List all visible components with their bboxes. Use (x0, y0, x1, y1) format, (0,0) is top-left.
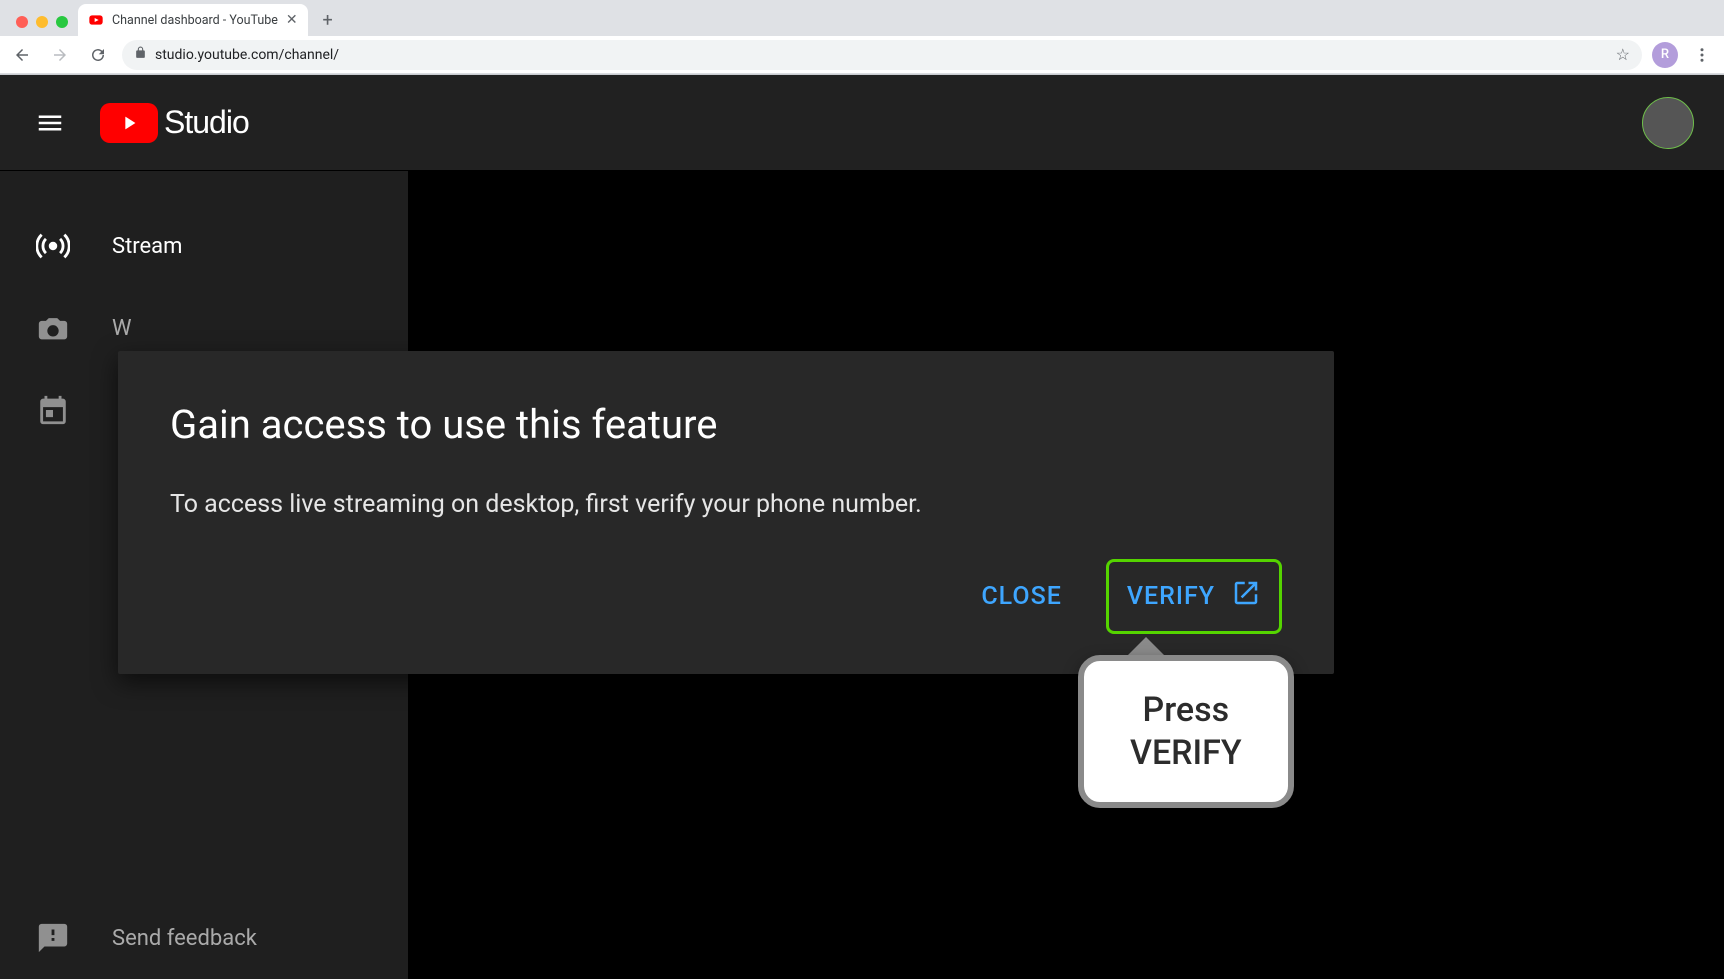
sidebar-item-label: Stream (112, 234, 182, 259)
verify-highlight: VERIFY (1106, 559, 1282, 634)
close-tab-icon[interactable]: ✕ (286, 12, 298, 28)
app-header: Studio (0, 75, 1724, 171)
tab-strip: Channel dashboard - YouTube ✕ + (0, 0, 1724, 36)
profile-letter: R (1661, 47, 1669, 62)
broadcast-icon (36, 229, 70, 263)
bookmark-star-icon[interactable]: ☆ (1616, 45, 1630, 64)
callout-box: Press VERIFY (1078, 655, 1294, 808)
hamburger-menu-button[interactable] (30, 103, 70, 143)
studio-app: Studio Stream W (0, 75, 1724, 979)
studio-logo[interactable]: Studio (100, 103, 249, 143)
browser-tab[interactable]: Channel dashboard - YouTube ✕ (78, 4, 308, 36)
feedback-icon (36, 921, 70, 955)
sidebar-item-label: Send feedback (112, 926, 257, 951)
close-button-label: CLOSE (981, 582, 1062, 611)
account-avatar[interactable] (1642, 97, 1694, 149)
close-button[interactable]: CLOSE (965, 568, 1078, 625)
modal-actions: CLOSE VERIFY (170, 559, 1282, 634)
callout-line1: Press (1130, 689, 1242, 732)
close-window-button[interactable] (16, 16, 28, 28)
sidebar-item-stream[interactable]: Stream (0, 205, 408, 287)
open-in-new-icon (1231, 578, 1261, 615)
back-button[interactable] (8, 41, 36, 69)
studio-logo-text: Studio (164, 104, 249, 141)
maximize-window-button[interactable] (56, 16, 68, 28)
verify-button[interactable]: VERIFY (1111, 564, 1277, 629)
address-bar[interactable]: studio.youtube.com/channel/ ☆ (122, 40, 1642, 70)
url-text: studio.youtube.com/channel/ (155, 47, 339, 63)
calendar-icon (36, 393, 70, 427)
forward-button[interactable] (46, 41, 74, 69)
camera-icon (36, 311, 70, 345)
youtube-play-icon (100, 103, 158, 143)
sidebar-item-label: W (112, 316, 132, 341)
minimize-window-button[interactable] (36, 16, 48, 28)
browser-menu-button[interactable] (1688, 41, 1716, 69)
profile-button[interactable]: R (1652, 42, 1678, 68)
verify-button-label: VERIFY (1127, 582, 1215, 611)
browser-chrome: Channel dashboard - YouTube ✕ + studio.y… (0, 0, 1724, 75)
verify-modal: Gain access to use this feature To acces… (118, 351, 1334, 674)
window-controls (8, 16, 78, 36)
instruction-callout: Press VERIFY (1078, 637, 1294, 808)
callout-line2: VERIFY (1130, 732, 1242, 775)
lock-icon (134, 46, 147, 63)
modal-body: To access live streaming on desktop, fir… (170, 490, 1282, 519)
modal-title: Gain access to use this feature (170, 401, 1282, 448)
callout-arrow (1128, 637, 1164, 655)
new-tab-button[interactable]: + (314, 6, 342, 34)
tab-title: Channel dashboard - YouTube (112, 13, 278, 28)
youtube-favicon (88, 12, 104, 28)
reload-button[interactable] (84, 41, 112, 69)
sidebar-item-feedback[interactable]: Send feedback (0, 897, 408, 979)
browser-toolbar: studio.youtube.com/channel/ ☆ R (0, 36, 1724, 74)
